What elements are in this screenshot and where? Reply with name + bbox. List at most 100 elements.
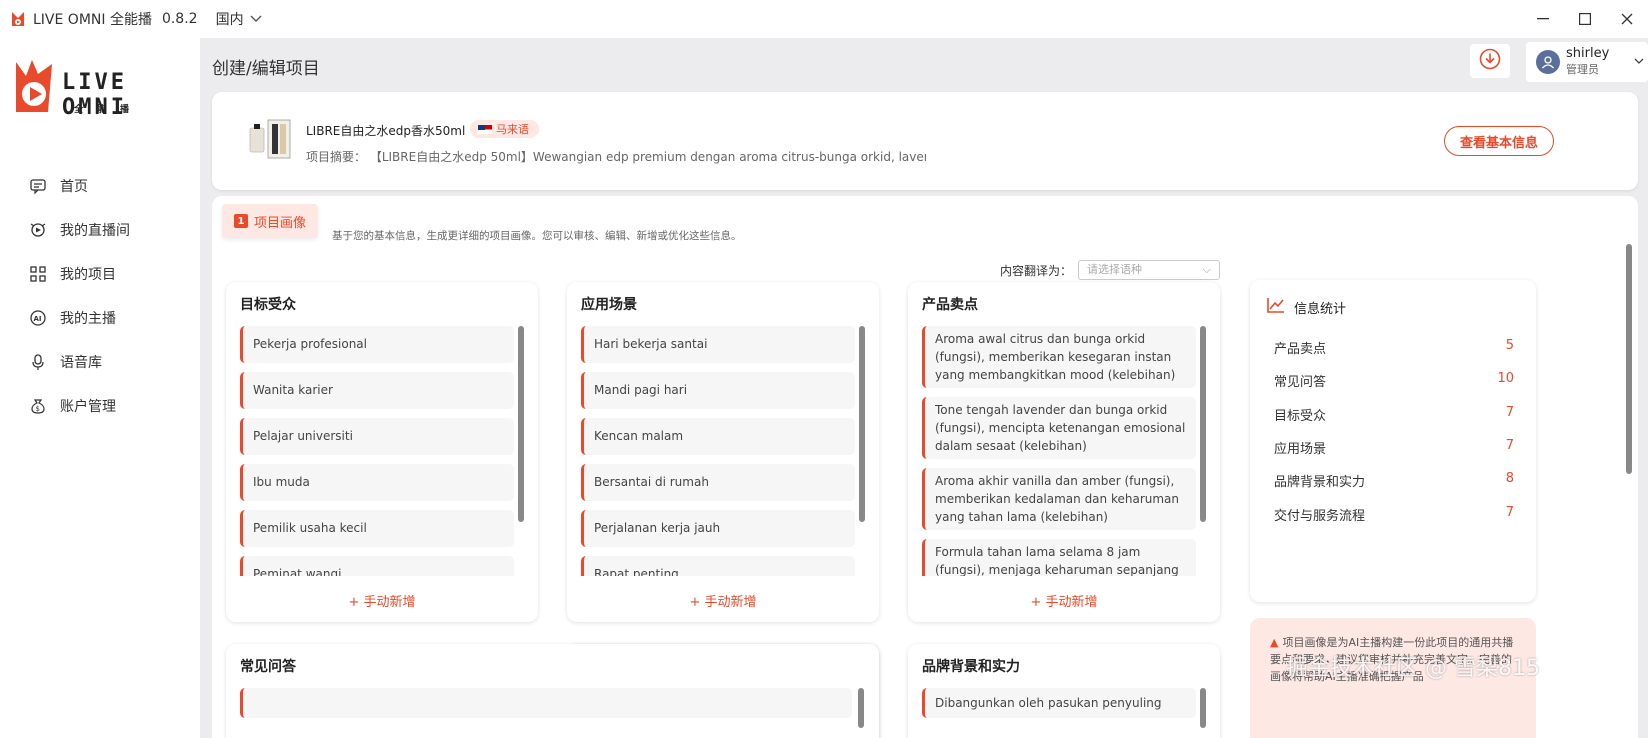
stat-label: 品牌背景和实力	[1274, 475, 1366, 490]
sidebar-item-label: 语音库	[60, 355, 102, 371]
faq-card: 常见问答	[226, 644, 879, 738]
list-scrollbar[interactable]	[518, 326, 524, 522]
sidebar-item-label: 我的直播间	[60, 223, 130, 239]
list-item[interactable]: Pelajar universiti	[240, 418, 514, 455]
stats-card: 信息统计 产品卖点 5 常见问答 10 目标受众 7 应用场景 7 品牌背景和实力 8 交…	[1250, 280, 1536, 602]
warning-icon: ▲	[1270, 636, 1279, 649]
dollar-icon: $	[28, 396, 48, 416]
stat-label: 应用场景	[1274, 442, 1327, 457]
list-scrollbar[interactable]	[859, 326, 865, 522]
list-item[interactable]: Rapat penting	[581, 556, 855, 576]
card-title: 应用场景	[581, 297, 637, 313]
brand-logo: LIVE OMNI 全能播	[12, 56, 192, 126]
translate-control: 内容翻译为： 请选择语种 ⌵	[1000, 260, 1221, 280]
chevron-down-icon	[250, 11, 262, 27]
list-item[interactable]: Hari bekerja santai	[581, 326, 855, 363]
brand-subtitle: 全能播	[74, 105, 144, 115]
download-icon	[1479, 48, 1501, 74]
list-item[interactable]: Wanita karier	[240, 372, 514, 409]
stat-row: 交付与服务流程 7	[1274, 505, 1514, 524]
selling-points-card: 产品卖点 Aroma awal citrus dan bunga orkid (…	[908, 282, 1220, 622]
stat-row: 应用场景 7	[1274, 438, 1514, 457]
stat-value: 7	[1505, 505, 1514, 520]
list-item[interactable]: Kencan malam	[581, 418, 855, 455]
list-item[interactable]: Peminat wangi	[240, 556, 514, 576]
product-name: LIBRE自由之水edp香水50ml	[306, 124, 466, 138]
list-scrollbar[interactable]	[1200, 688, 1206, 728]
selling-points-list: Aroma awal citrus dan bunga orkid (fungs…	[922, 326, 1196, 576]
language-select-placeholder: 请选择语种	[1087, 263, 1143, 276]
card-title: 目标受众	[240, 297, 296, 313]
list-item[interactable]: Perjalanan kerja jauh	[581, 510, 855, 547]
list-item[interactable]: Tone tengah lavender dan bunga orkid (fu…	[922, 397, 1196, 459]
tab-project-profile[interactable]: 1 项目画像	[222, 204, 318, 238]
list-item[interactable]: Ibu muda	[240, 464, 514, 501]
stat-label: 常见问答	[1274, 375, 1327, 390]
stat-value: 10	[1497, 371, 1514, 386]
audience-card: 目标受众 Pekerja profesional Wanita karier P…	[226, 282, 538, 622]
sidebar-item-label: 账户管理	[60, 399, 116, 415]
sidebar-item-live-room[interactable]: 我的直播间	[0, 208, 200, 252]
list-item[interactable]: Aroma akhir vanilla dan amber (fungsi), …	[922, 468, 1196, 530]
grid-icon	[28, 264, 48, 284]
stat-label: 产品卖点	[1274, 342, 1327, 357]
list-item[interactable]: Dibangunkan oleh pasukan penyuling	[922, 688, 1196, 718]
sidebar-item-label: 我的项目	[60, 267, 116, 283]
add-manual-button[interactable]: + 手动新增	[908, 591, 1220, 610]
minimize-icon[interactable]	[1522, 0, 1564, 38]
sidebar-item-anchors[interactable]: AI 我的主播	[0, 296, 200, 340]
sidebar: LIVE OMNI 全能播 首页 我的直播间 我的项目 AI 我的主播 语音库 …	[0, 38, 200, 738]
sidebar-item-home[interactable]: 首页	[0, 164, 200, 208]
list-item[interactable]: Formula tahan lama selama 8 jam (fungsi)…	[922, 539, 1196, 576]
add-manual-button[interactable]: + 手动新增	[226, 591, 538, 610]
step-number: 1	[233, 214, 248, 228]
title-bar: LIVE OMNI 全能播 0.8.2 国内	[0, 0, 1648, 38]
sidebar-item-projects[interactable]: 我的项目	[0, 252, 200, 296]
scenes-list: Hari bekerja santai Mandi pagi hari Kenc…	[581, 326, 855, 576]
step-label: 项目画像	[253, 215, 306, 231]
maximize-icon[interactable]	[1564, 0, 1606, 38]
app-version: 0.8.2	[161, 11, 198, 27]
svg-text:$: $	[36, 405, 40, 413]
watermark: 掘金技术社区 @ 雪梨815	[1286, 656, 1540, 681]
app-title: LIVE OMNI 全能播	[33, 12, 152, 28]
list-item[interactable]: Pekerja profesional	[240, 326, 514, 363]
view-basic-info-button[interactable]: 查看基本信息	[1444, 126, 1554, 156]
sidebar-item-account[interactable]: $ 账户管理	[0, 384, 200, 428]
language-badge: 马来语	[470, 120, 539, 138]
app-logo-icon	[9, 10, 27, 28]
list-item[interactable]: Mandi pagi hari	[581, 372, 855, 409]
scenes-card: 应用场景 Hari bekerja santai Mandi pagi hari…	[567, 282, 879, 622]
download-button[interactable]	[1470, 44, 1510, 78]
ai-anchor-icon: AI	[28, 308, 48, 328]
panel-scrollbar[interactable]	[1626, 244, 1632, 474]
list-item[interactable]: Aroma awal citrus dan bunga orkid (fungs…	[922, 326, 1196, 388]
card-title: 常见问答	[240, 659, 296, 675]
card-title: 产品卖点	[922, 297, 978, 313]
list-item[interactable]: Bersantai di rumah	[581, 464, 855, 501]
region-select[interactable]: 国内	[216, 9, 262, 29]
sidebar-item-voice-library[interactable]: 语音库	[0, 340, 200, 384]
language-select[interactable]: 请选择语种 ⌵	[1078, 260, 1221, 280]
chevron-down-icon	[1634, 54, 1644, 68]
list-item[interactable]	[240, 688, 852, 718]
live-room-icon	[28, 220, 48, 240]
sidebar-item-label: 首页	[60, 179, 88, 195]
close-icon[interactable]	[1606, 0, 1648, 38]
main-area: 创建/编辑项目 shirley 管理员 LIBRE自由之水edp香水50ml 马…	[200, 38, 1648, 738]
list-scrollbar[interactable]	[1200, 326, 1206, 522]
stat-value: 7	[1505, 438, 1514, 453]
product-thumbnail	[249, 119, 291, 159]
sidebar-nav: 首页 我的直播间 我的项目 AI 我的主播 语音库 $ 账户管理	[0, 164, 200, 428]
user-menu[interactable]: shirley 管理员	[1526, 42, 1648, 82]
stat-row: 常见问答 10	[1274, 371, 1514, 390]
brand-card: 品牌背景和实力 Dibangunkan oleh pasukan penyuli…	[908, 644, 1220, 738]
list-scrollbar[interactable]	[858, 688, 864, 728]
product-summary: 项目摘要： 【LIBRE自由之水edp 50ml】Wewangian edp p…	[306, 150, 926, 164]
card-title: 品牌背景和实力	[922, 659, 1020, 675]
stat-label: 目标受众	[1274, 409, 1327, 424]
list-item[interactable]: Pemilik usaha kecil	[240, 510, 514, 547]
avatar	[1536, 50, 1560, 74]
brand-list: Dibangunkan oleh pasukan penyuling	[922, 688, 1196, 738]
add-manual-button[interactable]: + 手动新增	[567, 591, 879, 610]
